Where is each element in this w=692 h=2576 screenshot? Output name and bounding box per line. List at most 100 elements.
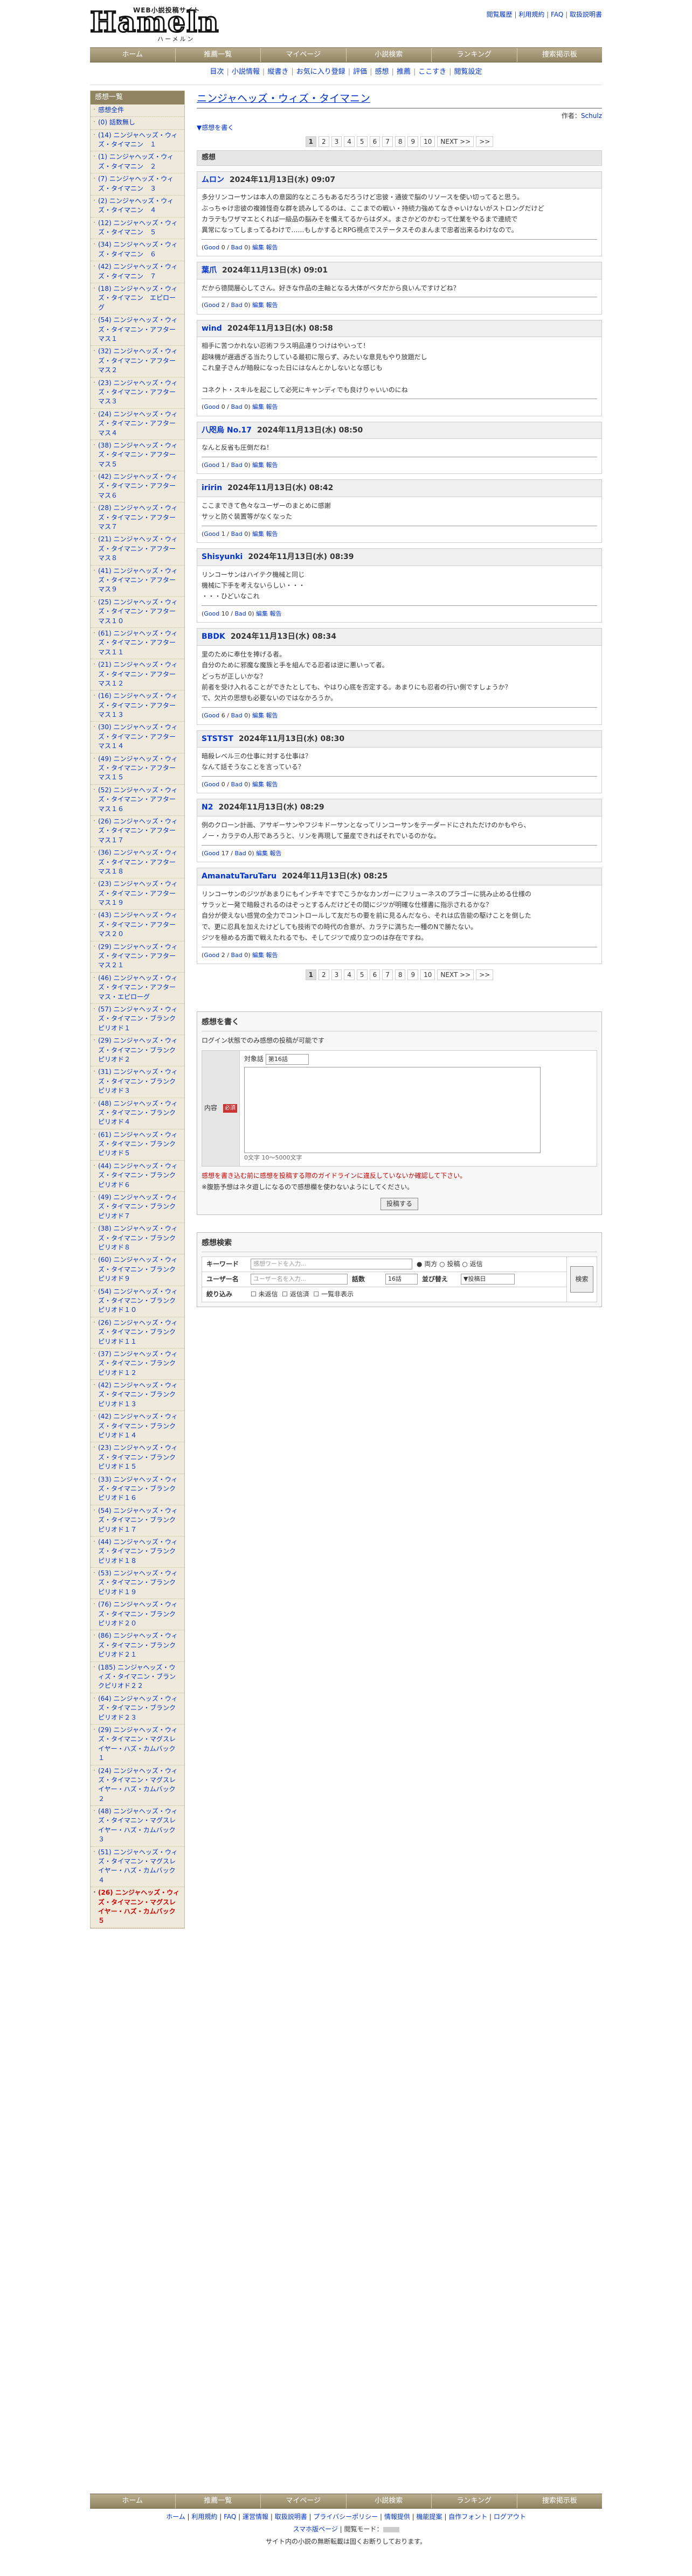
sidebar-item[interactable]: (18) ニンジャヘッズ・ウィズ・タイマニン エピローグ [91,283,184,315]
sidebar-item[interactable]: (7) ニンジャヘッズ・ウィズ・タイマニン ３ [91,173,184,196]
sp-link[interactable]: スマホ版ページ [293,2525,337,2533]
sidebar-item-label[interactable]: (44) ニンジャヘッズ・ウィズ・タイマニン・ブランクピリオド６ [98,1162,178,1189]
fnav-recommend[interactable]: 推薦一覧 [176,2494,261,2508]
sidebar-item[interactable]: (24) ニンジャヘッズ・ウィズ・タイマニン・マグスレイヤー・ハズ・カムバック２ [91,1765,184,1806]
sidebar-item-label[interactable]: (30) ニンジャヘッズ・ウィズ・タイマニン・アフターマス１４ [98,723,178,750]
sidebar-item[interactable]: (26) ニンジャヘッズ・ウィズ・タイマニン・アフターマス１７ [91,816,184,848]
pager-current[interactable]: 1 [305,136,316,147]
pager-link[interactable]: 7 [382,969,393,981]
reviewer-name[interactable]: ムロン [202,176,224,184]
sidebar-item[interactable]: (57) ニンジャヘッズ・ウィズ・タイマニン・ブランクピリオド１ [91,1004,184,1036]
sidebar-item-label[interactable]: (24) ニンジャヘッズ・ウィズ・タイマニン・アフターマス４ [98,410,178,437]
sidebar-item-label[interactable]: (18) ニンジャヘッズ・ウィズ・タイマニン エピローグ [98,285,178,311]
sidebar-item-label[interactable]: (48) ニンジャヘッズ・ウィズ・タイマニン・ブランクピリオド４ [98,1100,178,1126]
footer-link[interactable]: 機能提案 [417,2513,442,2521]
sidebar-item[interactable]: (60) ニンジャヘッズ・ウィズ・タイマニン・ブランクピリオド９ [91,1254,184,1286]
pager-link[interactable]: 9 [407,136,419,147]
report-link[interactable]: 報告 [266,244,278,251]
sidebar-item-label[interactable]: (33) ニンジャヘッズ・ウィズ・タイマニン・ブランクピリオド１６ [98,1476,178,1502]
edit-link[interactable]: 編集 [252,952,264,959]
sidebar-item[interactable]: (54) ニンジャヘッズ・ウィズ・タイマニン・ブランクピリオド１７ [91,1505,184,1537]
sidebar-item[interactable]: (61) ニンジャヘッズ・ウィズ・タイマニン・アフターマス１１ [91,628,184,660]
reviewer-name[interactable]: BBDK [202,632,225,641]
footer-link[interactable]: 運営情報 [243,2513,268,2521]
sidebar-item-label[interactable]: (42) ニンジャヘッズ・ウィズ・タイマニン・アフターマス６ [98,473,178,499]
bad-vote[interactable]: Bad [231,712,242,719]
sidebar-item-label[interactable]: (7) ニンジャヘッズ・ウィズ・タイマニン ３ [98,175,174,192]
sidebar-item[interactable]: (42) ニンジャヘッズ・ウィズ・タイマニン・アフターマス６ [91,471,184,503]
sidebar-item-label[interactable]: (0) 話数無し [98,118,135,126]
sidebar-item-label[interactable]: (24) ニンジャヘッズ・ウィズ・タイマニン・マグスレイヤー・ハズ・カムバック２ [98,1767,178,1803]
pager-link[interactable]: 3 [331,136,342,147]
sidebar-item[interactable]: (29) ニンジャヘッズ・ウィズ・タイマニン・ブランクピリオド２ [91,1035,184,1067]
subnav-item[interactable]: 推薦 [397,68,411,76]
good-vote[interactable]: Good [204,403,219,410]
subnav-item[interactable]: ここすき [418,68,446,76]
sidebar-item-current[interactable]: (26) ニンジャヘッズ・ウィズ・タイマニン・マグスレイヤー・ハズ・カムバック５ [91,1887,184,1928]
reviewer-name[interactable]: N2 [202,803,213,812]
sidebar-item-label[interactable]: (49) ニンジャヘッズ・ウィズ・タイマニン・ブランクピリオド７ [98,1193,178,1220]
sidebar-item-label[interactable]: (42) ニンジャヘッズ・ウィズ・タイマニン・ブランクピリオド１３ [98,1381,178,1408]
sidebar-item[interactable]: (23) ニンジャヘッズ・ウィズ・タイマニン・ブランクピリオド１５ [91,1442,184,1474]
good-vote[interactable]: Good [204,244,219,251]
search-button[interactable]: 検索 [570,1266,593,1293]
subnav-item[interactable]: 小説情報 [232,68,260,76]
pager-link[interactable]: NEXT >> [437,136,474,147]
sidebar-item[interactable]: (2) ニンジャヘッズ・ウィズ・タイマニン ４ [91,196,184,218]
pager-link[interactable]: 8 [395,136,406,147]
footer-link[interactable]: 取扱説明書 [275,2513,307,2521]
report-link[interactable]: 報告 [266,781,278,788]
sidebar-item[interactable]: (25) ニンジャヘッズ・ウィズ・タイマニン・アフターマス１０ [91,597,184,628]
sidebar-item[interactable]: (36) ニンジャヘッズ・ウィズ・タイマニン・アフターマス１８ [91,847,184,879]
sidebar-item[interactable]: (46) ニンジャヘッズ・ウィズ・タイマニン・アフターマス・エピローグ [91,973,184,1004]
username-input[interactable]: ユーザー名を入力... [251,1274,348,1285]
sidebar-item-label[interactable]: (86) ニンジャヘッズ・ウィズ・タイマニン・ブランクピリオド２１ [98,1632,178,1658]
sidebar-item-label[interactable]: (14) ニンジャヘッズ・ウィズ・タイマニン １ [98,131,178,148]
radio-post[interactable]: ○ [439,1260,445,1268]
pager-link[interactable]: >> [476,136,494,147]
sidebar-item[interactable]: (1) ニンジャヘッズ・ウィズ・タイマニン ２ [91,151,184,174]
report-link[interactable]: 報告 [270,850,282,857]
edit-link[interactable]: 編集 [256,610,268,617]
sidebar-item-label[interactable]: (12) ニンジャヘッズ・ウィズ・タイマニン ５ [98,219,178,236]
sidebar-item[interactable]: (33) ニンジャヘッズ・ウィズ・タイマニン・ブランクピリオド１６ [91,1474,184,1505]
footer-link[interactable]: 自作フォント [448,2513,487,2521]
sidebar-item[interactable]: (23) ニンジャヘッズ・ウィズ・タイマニン・アフターマス３ [91,378,184,409]
good-vote[interactable]: Good [204,781,219,788]
nav-ranking[interactable]: ランキング [432,48,517,62]
footer-link[interactable]: FAQ [224,2513,236,2521]
sidebar-item[interactable]: (49) ニンジャヘッズ・ウィズ・タイマニン・ブランクピリオド７ [91,1192,184,1224]
edit-link[interactable]: 編集 [252,302,264,309]
sidebar-item[interactable]: (53) ニンジャヘッズ・ウィズ・タイマニン・ブランクピリオド１９ [91,1568,184,1600]
fnav-search[interactable]: 小説検索 [347,2494,432,2508]
sidebar-item[interactable]: (43) ニンジャヘッズ・ウィズ・タイマニン・アフターマス２０ [91,910,184,941]
good-vote[interactable]: Good [204,850,219,857]
sidebar-item[interactable]: (54) ニンジャヘッズ・ウィズ・タイマニン・アフターマス１ [91,315,184,346]
sidebar-item[interactable]: (29) ニンジャヘッズ・ウィズ・タイマニン・アフターマス２１ [91,941,184,973]
keyword-input[interactable]: 感想ワードを入力... [251,1259,412,1270]
sidebar-item-label[interactable]: (25) ニンジャヘッズ・ウィズ・タイマニン・アフターマス１０ [98,598,178,625]
sidebar-item[interactable]: (32) ニンジャヘッズ・ウィズ・タイマニン・アフターマス２ [91,346,184,378]
sidebar-item-label[interactable]: (26) ニンジャヘッズ・ウィズ・タイマニン・ブランクピリオド１１ [98,1319,178,1345]
sidebar-item-label[interactable]: (23) ニンジャヘッズ・ウィズ・タイマニン・ブランクピリオド１５ [98,1444,178,1470]
pager-link[interactable]: 8 [395,969,406,981]
sidebar-item[interactable]: (64) ニンジャヘッズ・ウィズ・タイマニン・ブランクピリオド２３ [91,1693,184,1725]
fnav-board[interactable]: 捜索掲示板 [517,2494,603,2508]
sidebar-item-label[interactable]: (42) ニンジャヘッズ・ウィズ・タイマニン ７ [98,263,178,280]
sidebar-item-label[interactable]: (31) ニンジャヘッズ・ウィズ・タイマニン・ブランクピリオド３ [98,1068,178,1094]
edit-link[interactable]: 編集 [252,530,264,537]
subnav-item[interactable]: 評価 [353,68,367,76]
sidebar-item-label[interactable]: (29) ニンジャヘッズ・ウィズ・タイマニン・ブランクピリオド２ [98,1037,178,1063]
sidebar-item[interactable]: (52) ニンジャヘッズ・ウィズ・タイマニン・アフターマス１６ [91,785,184,816]
edit-link[interactable]: 編集 [252,462,264,469]
report-link[interactable]: 報告 [266,403,278,410]
fnav-ranking[interactable]: ランキング [432,2494,517,2508]
reviewer-name[interactable]: 八咫烏 No.17 [202,426,252,435]
sidebar-item[interactable]: (49) ニンジャヘッズ・ウィズ・タイマニン・アフターマス１５ [91,753,184,785]
target-select[interactable]: 第16話 [265,1054,309,1065]
sidebar-item[interactable]: (23) ニンジャヘッズ・ウィズ・タイマニン・アフターマス１９ [91,878,184,910]
sidebar-item-label[interactable]: (37) ニンジャヘッズ・ウィズ・タイマニン・ブランクピリオド１２ [98,1350,178,1377]
sidebar-item[interactable]: (34) ニンジャヘッズ・ウィズ・タイマニン ６ [91,239,184,262]
author-link[interactable]: Schulz [581,112,602,120]
edit-link[interactable]: 編集 [252,403,264,410]
